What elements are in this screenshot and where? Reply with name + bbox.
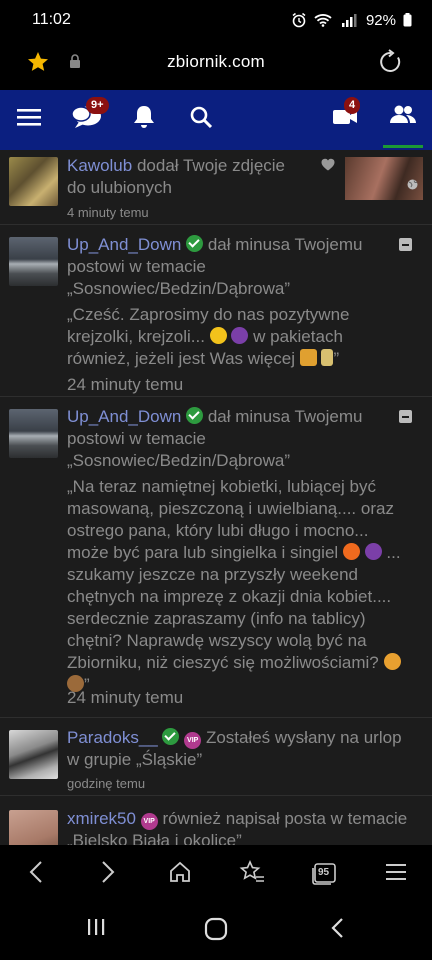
list-item[interactable]: Paradoks__ VIP Zostałeś wysłany na urlop… bbox=[0, 718, 432, 796]
kissing-face-emoji-icon bbox=[209, 327, 227, 344]
messages-button[interactable]: 9+ bbox=[66, 90, 109, 148]
forward-button[interactable] bbox=[81, 847, 135, 901]
browser-url-bar: zbiornik.com bbox=[0, 40, 432, 88]
chevron-right-icon bbox=[101, 860, 115, 889]
system-navigation-bar bbox=[0, 903, 432, 960]
quote-end: ” bbox=[333, 349, 340, 368]
recent-apps-icon bbox=[86, 919, 106, 941]
post-quote: „Cześć. Zaprosimy do nas pozytywne krejz… bbox=[67, 304, 408, 370]
search-button[interactable] bbox=[180, 90, 222, 148]
notifications-feed[interactable]: Kawolub dodał Twoje zdjęcie do ulubionyc… bbox=[0, 150, 432, 845]
battery-icon bbox=[403, 13, 412, 27]
username-link[interactable]: xmirek50 bbox=[67, 809, 136, 828]
bookmarks-button[interactable] bbox=[225, 847, 279, 901]
list-item[interactable]: Kawolub dodał Twoje zdjęcie do ulubionyc… bbox=[0, 150, 432, 225]
verified-check-icon bbox=[186, 407, 204, 424]
notification-text: xmirek50 VIP również napisał posta w tem… bbox=[67, 808, 412, 845]
notifications-button[interactable] bbox=[123, 90, 165, 148]
browser-toolbar: 95 bbox=[0, 845, 432, 903]
friends-icon bbox=[389, 104, 417, 131]
verified-check-icon bbox=[186, 235, 204, 252]
notification-text: Kawolub dodał Twoje zdjęcie do ulubionyc… bbox=[67, 155, 306, 224]
status-bar: 11:02 92% bbox=[0, 0, 432, 40]
timestamp: godzinę temu bbox=[67, 776, 146, 791]
hamburger-icon bbox=[386, 863, 406, 886]
system-back-button[interactable] bbox=[330, 917, 344, 944]
champagne-emoji-icon bbox=[321, 349, 334, 366]
alarm-icon bbox=[291, 12, 307, 28]
back-button[interactable] bbox=[9, 847, 63, 901]
timestamp: 24 minuty temu bbox=[67, 375, 184, 394]
fire-emoji-icon bbox=[342, 543, 360, 560]
tab-count: 95 bbox=[318, 867, 330, 878]
reload-icon[interactable] bbox=[378, 49, 404, 80]
search-icon bbox=[189, 105, 213, 134]
timestamp: 4 minuty temu bbox=[67, 205, 149, 220]
notification-text: Up_And_Down dał minusa Twojemu postowi w… bbox=[67, 406, 396, 472]
url-text[interactable]: zbiornik.com bbox=[0, 52, 432, 72]
avatar[interactable] bbox=[9, 730, 58, 779]
videos-badge: 4 bbox=[344, 97, 361, 114]
site-navigation: 9+ 4 bbox=[0, 88, 432, 150]
list-item[interactable]: xmirek50 VIP również napisał posta w tem… bbox=[0, 796, 432, 845]
system-home-button[interactable] bbox=[204, 917, 228, 946]
videos-button[interactable]: 4 bbox=[324, 90, 366, 148]
vip-badge-icon: VIP bbox=[140, 813, 158, 830]
devil-face-emoji-icon bbox=[231, 327, 249, 344]
home-rounded-square-icon bbox=[204, 917, 228, 945]
home-icon bbox=[169, 861, 191, 888]
chevron-left-icon bbox=[29, 860, 43, 889]
devil-face-emoji-icon bbox=[364, 543, 382, 560]
notification-text: Paradoks__ VIP Zostałeś wysłany na urlop… bbox=[67, 727, 412, 795]
verified-check-icon bbox=[162, 728, 180, 745]
notification-text: Up_And_Down dał minusa Twojemu postowi w… bbox=[67, 234, 396, 300]
timestamp: 24 minuty temu bbox=[67, 688, 184, 707]
hamburger-icon bbox=[17, 107, 41, 132]
home-button[interactable] bbox=[153, 847, 207, 901]
friends-button[interactable] bbox=[383, 90, 423, 148]
list-item[interactable]: Up_And_Down dał minusa Twojemu postowi w… bbox=[0, 397, 432, 718]
recent-apps-button[interactable] bbox=[86, 917, 106, 942]
photo-thumbnail[interactable] bbox=[345, 157, 423, 200]
post-quote: „Na teraz namiętnej kobietki, lubiącej b… bbox=[67, 476, 410, 696]
menu-button[interactable] bbox=[8, 90, 50, 148]
avatar[interactable] bbox=[9, 810, 58, 845]
minus-icon[interactable] bbox=[399, 238, 412, 251]
tabs-button[interactable]: 95 bbox=[297, 847, 351, 901]
signal-icon bbox=[339, 13, 359, 27]
username-link[interactable]: Up_And_Down bbox=[67, 407, 181, 426]
username-link[interactable]: Kawolub bbox=[67, 156, 132, 175]
bell-icon bbox=[132, 104, 156, 135]
heart-icon bbox=[321, 158, 335, 176]
star-list-icon bbox=[239, 859, 265, 889]
avatar[interactable] bbox=[9, 237, 58, 286]
quote-text: ... szukamy jeszcze na przyszły weekend … bbox=[67, 543, 401, 672]
username-link[interactable]: Paradoks__ bbox=[67, 728, 158, 747]
minus-icon[interactable] bbox=[399, 410, 412, 423]
battery-percent: 92% bbox=[365, 11, 396, 29]
vip-badge-icon: VIP bbox=[184, 732, 202, 749]
globe-icon bbox=[407, 177, 418, 195]
list-item[interactable]: Up_And_Down dał minusa Twojemu postowi w… bbox=[0, 225, 432, 397]
username-link[interactable]: Up_And_Down bbox=[67, 235, 181, 254]
status-time: 11:02 bbox=[32, 11, 71, 28]
avatar[interactable] bbox=[9, 409, 58, 458]
person-emoji-icon bbox=[383, 653, 401, 670]
chevron-left-icon bbox=[330, 918, 344, 943]
thumbs-up-emoji-icon bbox=[299, 349, 317, 366]
messages-badge: 9+ bbox=[86, 97, 109, 114]
wifi-icon bbox=[314, 13, 332, 27]
browser-menu-button[interactable] bbox=[369, 847, 423, 901]
avatar[interactable] bbox=[9, 157, 58, 206]
tabs-icon: 95 bbox=[311, 862, 337, 886]
